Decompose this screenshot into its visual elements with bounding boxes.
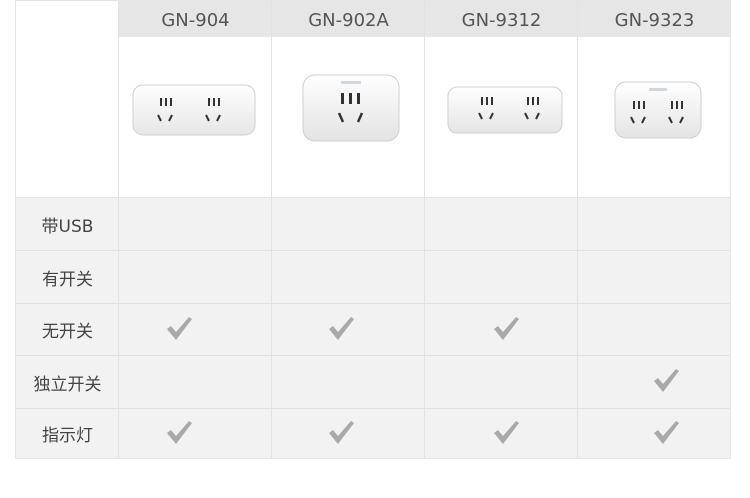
column-header-2: GN-902A bbox=[308, 10, 389, 31]
column-divider bbox=[118, 1, 119, 458]
check-icon bbox=[329, 317, 354, 340]
column-header-4: GN-9323 bbox=[614, 10, 695, 31]
table-row: 无开关 bbox=[16, 303, 730, 355]
row-label: 独立开关 bbox=[33, 374, 102, 395]
column-divider bbox=[271, 1, 272, 458]
table-row: 指示灯 bbox=[16, 408, 730, 458]
row-label: 无开关 bbox=[42, 322, 93, 342]
row-label: 有开关 bbox=[42, 269, 93, 290]
column-header-3: GN-9312 bbox=[461, 10, 542, 31]
check-icon bbox=[167, 317, 192, 340]
check-icon bbox=[329, 421, 354, 444]
column-header-1: GN-904 bbox=[161, 10, 230, 31]
check-icon bbox=[167, 421, 192, 444]
column-divider bbox=[577, 1, 578, 458]
table-row: 有开关 bbox=[16, 250, 730, 303]
table-row: 带USB bbox=[16, 197, 730, 250]
table-row: 独立开关 bbox=[16, 355, 730, 408]
check-icon bbox=[494, 421, 519, 444]
row-label: 带USB bbox=[41, 216, 94, 237]
check-icon bbox=[654, 369, 679, 392]
product-image-4 bbox=[614, 81, 702, 139]
comparison-table: GN-904 GN-902A GN-9312 GN-9323 带USB 有开关 … bbox=[15, 0, 731, 459]
product-image-1 bbox=[132, 84, 256, 136]
product-image-2 bbox=[302, 74, 400, 142]
product-image-3 bbox=[447, 86, 563, 134]
check-icon bbox=[654, 421, 679, 444]
column-divider bbox=[424, 1, 425, 458]
row-label: 指示灯 bbox=[42, 426, 93, 446]
check-icon bbox=[494, 317, 519, 340]
